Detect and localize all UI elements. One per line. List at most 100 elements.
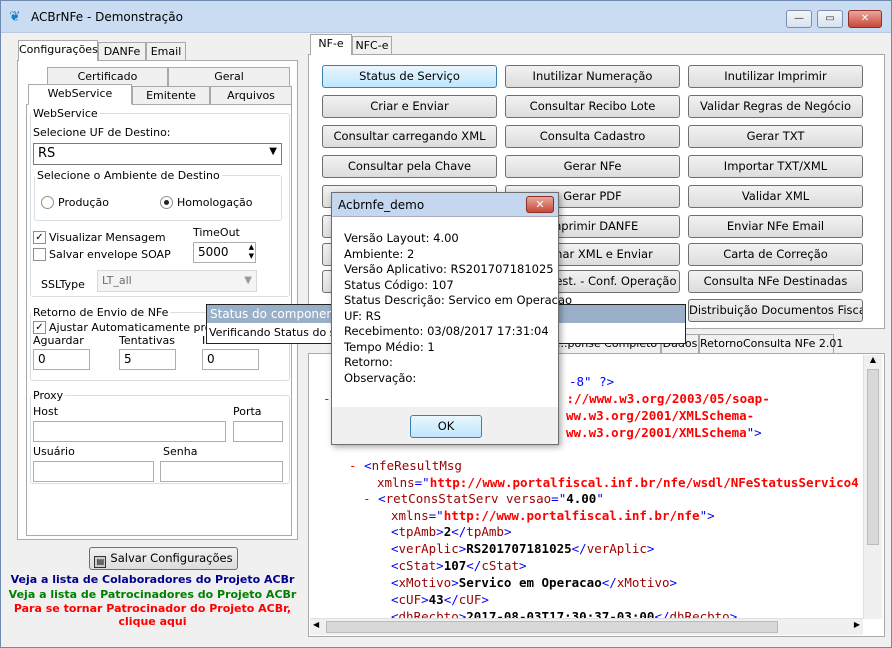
minimize-button[interactable]: — [786,10,812,28]
nfe-action-button[interactable]: Importar TXT/XML [688,155,863,178]
producao-radio[interactable] [41,196,54,209]
nfe-action-button[interactable]: Consultar Recibo Lote [505,95,680,118]
porta-input[interactable] [233,421,283,442]
patrocinadores-link[interactable]: Veja a lista de Patrocinadores do Projet… [1,587,304,602]
dialog-close-icon[interactable]: ✕ [526,196,554,213]
homologacao-label: Homologação [177,196,253,209]
subtab-emitente[interactable]: Emitente [132,86,210,105]
tab-nfe[interactable]: NF-e [310,34,352,55]
scroll-thumb[interactable] [867,369,879,545]
nfe-action-button[interactable]: Distribuição Documentos Fiscais [688,299,863,322]
xml-line-5: - <nfeResultMsg [349,458,462,473]
close-button[interactable]: ✕ [848,10,882,28]
tab-danfe[interactable]: DANFe [98,42,146,61]
dialog-line: Status Descrição: Servico em Operacao [344,293,573,307]
dialog-title: Acbrnfe_demo [338,198,425,212]
nfe-action-button[interactable]: Consulta NFe Destinadas [688,270,863,293]
nfe-action-button[interactable]: Consultar carregando XML [322,125,497,148]
window-title: ACBrNFe - Demonstração [31,10,183,24]
xml-vertical-scrollbar[interactable]: ▲ [863,355,882,619]
subtab-arquivos[interactable]: Arquivos [210,86,292,105]
senha-label: Senha [163,445,198,458]
usuario-input[interactable] [33,461,154,482]
webservice-legend: WebService [33,107,98,120]
ssltype-select[interactable]: LT_all ▼ [97,270,257,292]
xml-line-3: ww.w3.org/2001/XMLSchema- [566,408,755,423]
tentativas-input[interactable]: 5 [119,349,176,370]
xml-line-1: -8" ?> [569,374,615,389]
uf-value: RS [38,146,56,161]
nfe-action-button[interactable]: Consultar pela Chave [322,155,497,178]
nfe-action-button[interactable]: Inutilizar Numeração [505,65,680,88]
ssltype-value: LT_all [102,274,132,287]
subtab-geral[interactable]: Geral [168,67,290,86]
scroll-right-icon[interactable]: ▶ [854,620,860,629]
dialog-line: Recebimento: 03/08/2017 17:31:04 [344,324,549,338]
proxy-legend: Proxy [33,389,64,402]
save-icon: ▤ [94,556,107,568]
dialog-body: Versão Layout: 4.00 Ambiente: 2 Versão Apl… [332,217,572,407]
nfe-action-button[interactable]: Carta de Correção [688,243,863,266]
nfe-action-button[interactable]: Status de Serviço [322,65,497,88]
dialog-line: UF: RS [344,308,381,323]
dialog-line: Status Código: 107 [344,277,454,292]
clique-aqui-link[interactable]: clique aqui [1,614,304,629]
senha-input[interactable] [160,461,283,482]
xml-element-row: <tpAmb>2</tpAmb> [391,524,512,539]
result-dialog: Acbrnfe_demo ✕ Versão Layout: 4.00 Ambien… [331,192,572,445]
nfe-action-button[interactable]: Gerar NFe [505,155,680,178]
ajustar-checkbox[interactable]: ✓ [33,321,46,334]
visualizar-checkbox[interactable]: ✓ [33,231,46,244]
xml-line-8: xmlns="http://www.portalfiscal.inf.br/nf… [391,508,715,523]
subtab-webservice[interactable]: WebService [28,84,132,105]
tab-retorno-consulta[interactable]: RetornoConsulta NFe 2.01 [699,334,843,353]
timeout-input[interactable]: 5000 ▲ ▼ [193,242,256,263]
dialog-line: Tempo Médio: 1 [344,339,435,354]
ok-button[interactable]: OK [410,415,482,438]
retorno-legend: Retorno de Envio de NFe [33,306,169,319]
timeout-label: TimeOut [193,226,240,239]
usuario-label: Usuário [33,445,75,458]
xml-line-4: ww.w3.org/2001/XMLSchema"> [566,425,762,440]
nfe-action-button[interactable]: Validar XML [688,185,863,208]
ssltype-label: SSLType [41,278,85,291]
visualizar-label: Visualizar Mensagem [49,231,166,244]
colaboradores-link[interactable]: Veja a lista de Colaboradores do Projeto… [1,572,304,587]
nfe-action-button[interactable]: Consulta Cadastro [505,125,680,148]
xml-horizontal-scrollbar[interactable]: ◀ ▶ [310,618,863,635]
scroll-up-icon[interactable]: ▲ [864,355,882,364]
intervalo-input[interactable]: 0 [202,349,259,370]
nfe-action-button[interactable]: Gerar TXT [688,125,863,148]
timeout-value: 5000 [198,245,229,259]
xml-element-row: <cStat>107</cStat> [391,558,527,573]
xml-element-row: <xMotivo>Servico em Operacao</xMotivo> [391,575,678,590]
aguardar-label: Aguardar [33,334,84,347]
tab-nfce[interactable]: NFC-e [352,36,392,55]
salvar-label: Salvar Configurações [110,551,233,565]
scroll-left-icon[interactable]: ◀ [313,620,319,629]
uf-label: Selecione UF de Destino: [33,126,171,139]
salvar-configuracoes-button[interactable]: ▤ Salvar Configurações [89,547,238,570]
host-input[interactable] [33,421,226,442]
spinner-icon[interactable]: ▲ ▼ [249,243,254,261]
dialog-line: Versão Layout: 4.00 [344,231,459,245]
maximize-button[interactable]: ▭ [817,10,843,28]
homologacao-radio[interactable] [160,196,173,209]
chevron-down-icon: ▼ [244,275,252,286]
salvar-envelope-checkbox[interactable] [33,248,46,261]
aguardar-input[interactable]: 0 [33,349,90,370]
dialog-line: Versão Aplicativo: RS201707181025 [344,262,554,276]
scroll-hthumb[interactable] [326,621,778,633]
nfe-action-button[interactable]: Enviar NFe Email [688,215,863,238]
host-label: Host [33,405,59,418]
tab-configuracoes[interactable]: Configurações [18,40,98,61]
nfe-action-button[interactable]: Criar e Enviar [322,95,497,118]
nfe-action-button[interactable]: Validar Regras de Negócio [688,95,863,118]
nfe-action-button[interactable]: Inutilizar Imprimir [688,65,863,88]
producao-label: Produção [58,196,109,209]
xml-line-7: - <retConsStatServ versao="4.00" [363,491,604,506]
dialog-title-bar: Acbrnfe_demo ✕ [332,193,558,217]
tab-email[interactable]: Email [146,42,186,61]
uf-select[interactable]: RS ▼ [33,143,282,165]
dialog-line: Ambiente: 2 [344,246,415,261]
